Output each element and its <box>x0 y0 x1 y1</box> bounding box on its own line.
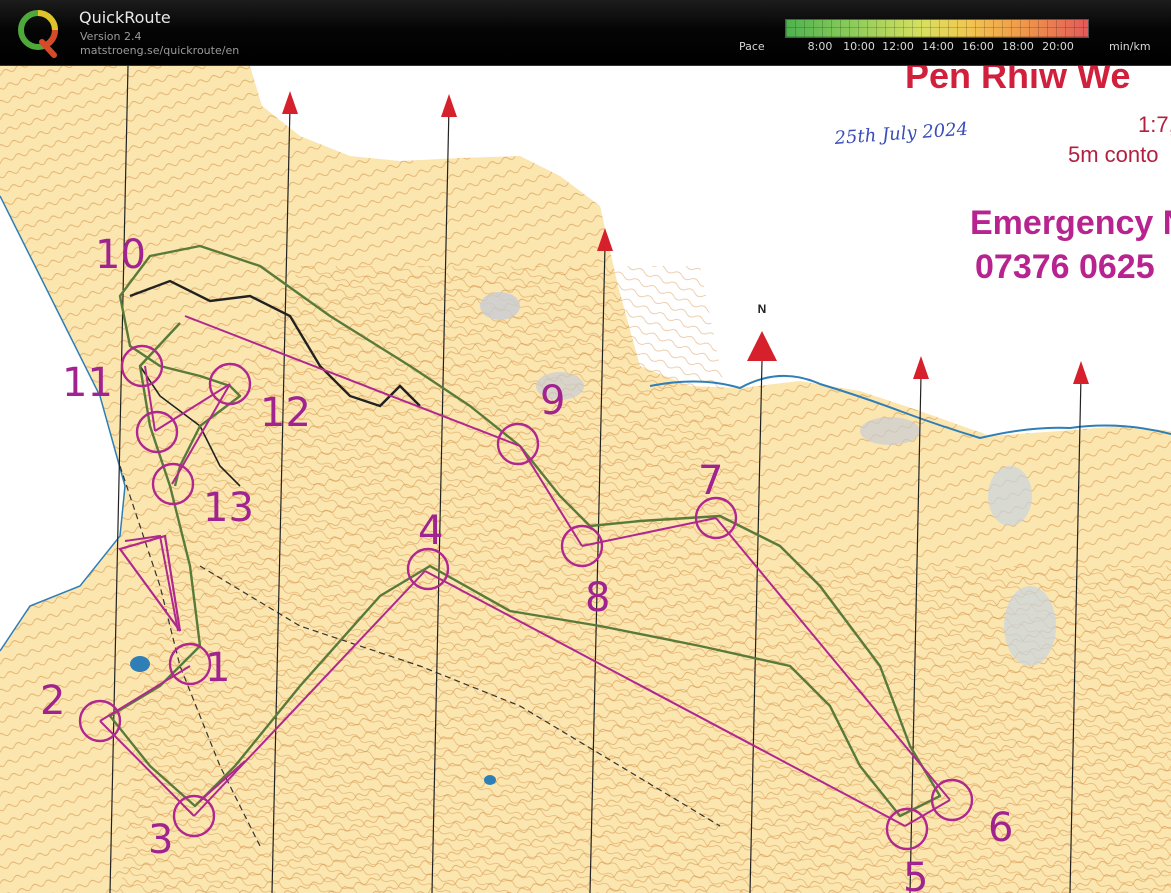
control-number-2: 2 <box>40 678 65 724</box>
pond <box>484 775 496 785</box>
pace-color-scale <box>785 19 1089 38</box>
app-name: QuickRoute <box>79 8 171 27</box>
pace-tick: 20:00 <box>1042 40 1074 53</box>
north-label: N <box>758 302 767 316</box>
pace-label: Pace <box>739 40 765 53</box>
pace-tick: 16:00 <box>962 40 994 53</box>
emergency-phone: 07376 0625 <box>975 248 1155 286</box>
quickroute-logo-icon <box>18 10 59 58</box>
control-number-6: 6 <box>988 805 1013 851</box>
control-number-5: 5 <box>903 855 928 893</box>
rocky-ground <box>480 292 520 320</box>
control-number-12: 12 <box>260 390 311 436</box>
control-number-1: 1 <box>205 645 230 691</box>
pace-tick: 14:00 <box>922 40 954 53</box>
marsh <box>988 466 1032 526</box>
control-number-9: 9 <box>540 378 565 424</box>
quickroute-window: { "app": { "name": "QuickRoute", "versio… <box>0 0 1171 893</box>
control-number-13: 13 <box>203 485 254 531</box>
control-number-3: 3 <box>148 817 173 863</box>
control-number-8: 8 <box>585 575 610 621</box>
pond <box>130 656 150 672</box>
map-title: Pen Rhiw We <box>905 66 1130 96</box>
pace-unit: min/km <box>1109 40 1151 53</box>
map-scale: 1:7, <box>1138 112 1171 137</box>
map-canvas[interactable]: N 1 2 3 4 5 6 7 8 9 10 11 12 13 Pen Rhiw… <box>0 66 1171 893</box>
control-number-11: 11 <box>62 360 113 406</box>
pace-tick: 12:00 <box>882 40 914 53</box>
pace-tick: 10:00 <box>843 40 875 53</box>
marsh <box>1004 586 1056 666</box>
app-header: QuickRoute Version 2.4 matstroeng.se/qui… <box>0 0 1171 66</box>
control-number-10: 10 <box>95 232 146 278</box>
orienteering-map[interactable]: N 1 2 3 4 5 6 7 8 9 10 11 12 13 Pen Rhiw… <box>0 66 1171 893</box>
control-number-4: 4 <box>418 508 443 554</box>
pace-tick: 18:00 <box>1002 40 1034 53</box>
pace-tick: 8:00 <box>807 40 833 53</box>
app-url-link[interactable]: matstroeng.se/quickroute/en <box>80 44 239 57</box>
rocky-ground <box>860 417 920 445</box>
control-number-7: 7 <box>698 458 723 504</box>
app-version: Version 2.4 <box>80 30 142 43</box>
contour-interval: 5m conto <box>1068 142 1159 167</box>
emergency-label: Emergency N <box>970 204 1171 242</box>
